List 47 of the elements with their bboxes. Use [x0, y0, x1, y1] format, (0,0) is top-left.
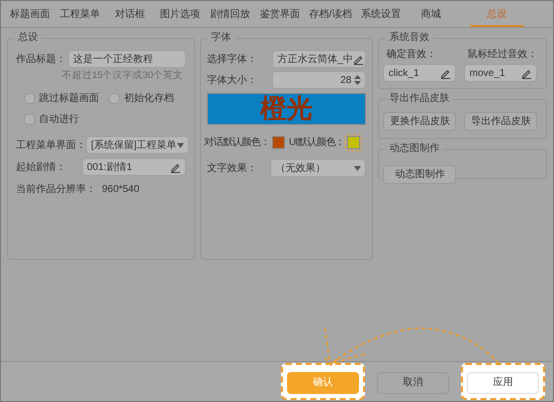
field-label: 起始剧情：: [16, 160, 66, 175]
field-label: 工程菜单界面：: [16, 138, 86, 153]
field-label: 作品标题：: [16, 52, 66, 66]
sound-field[interactable]: move_1: [464, 64, 538, 82]
field-label: 跳过标题画面: [39, 92, 99, 106]
field-value: move_1: [469, 66, 506, 80]
tab[interactable]: 系统设置: [356, 3, 406, 27]
field-label: 选择字体：: [207, 52, 257, 66]
field-value: 这是一个正经教程: [73, 52, 153, 66]
field-value: （无效果）: [275, 162, 326, 176]
field-label: 初始化存档: [124, 92, 174, 106]
title-field[interactable]: 这是一个正经教程: [68, 50, 186, 68]
field-label: 文字效果：: [207, 162, 257, 176]
tab[interactable]: 商城: [406, 3, 456, 27]
field-label: UI默认颜色：: [288, 136, 345, 150]
font-size-spinner[interactable]: 28: [272, 71, 366, 89]
sound-field[interactable]: click_1: [383, 64, 456, 82]
effect-select[interactable]: （无效果）: [270, 159, 366, 177]
field-label: 确定音效：: [386, 48, 438, 62]
hint-text: 不超过15个汉字或30个英文: [62, 69, 184, 83]
field-value: [系统保留]工程菜单: [91, 138, 177, 153]
field-label: 鼠标经过音效：: [467, 48, 538, 62]
dialog-button[interactable]: 应用: [467, 372, 539, 394]
tab[interactable]: 存档/读档: [305, 3, 356, 27]
field-label: 自动进行: [39, 112, 79, 128]
font-field[interactable]: 方正水云简体_中: [272, 50, 366, 68]
skin-button[interactable]: 导出作品皮肤: [464, 112, 538, 131]
field-value: click_1: [388, 66, 420, 80]
tab[interactable]: 图片选项: [155, 3, 205, 27]
spinner-value: 28: [340, 74, 352, 88]
field-label: 对话默认颜色：: [204, 136, 270, 150]
dialog-button[interactable]: 取消: [377, 372, 449, 394]
menu-select[interactable]: [系统保留]工程菜单: [86, 136, 189, 154]
tab[interactable]: 剧情回放: [205, 3, 255, 27]
tab[interactable]: 对话框: [105, 3, 155, 27]
animation-button[interactable]: 动态图制作: [383, 165, 456, 184]
field-value: 001:剧情1: [87, 160, 132, 175]
resolution-value: 960*540: [102, 183, 140, 198]
field-label: 字体大小：: [207, 74, 257, 88]
font-preview: 橙光: [207, 93, 366, 125]
tab[interactable]: 鉴赏界面: [255, 3, 305, 27]
tab[interactable]: 标题画面: [5, 3, 55, 27]
field-value: 方正水云简体_中: [277, 52, 354, 66]
skin-button[interactable]: 更换作品皮肤: [383, 112, 456, 131]
tab[interactable]: 工程菜单: [55, 3, 105, 27]
field-label: 当前作品分辨率：: [16, 182, 96, 198]
start-story-field[interactable]: 001:剧情1: [82, 158, 186, 176]
